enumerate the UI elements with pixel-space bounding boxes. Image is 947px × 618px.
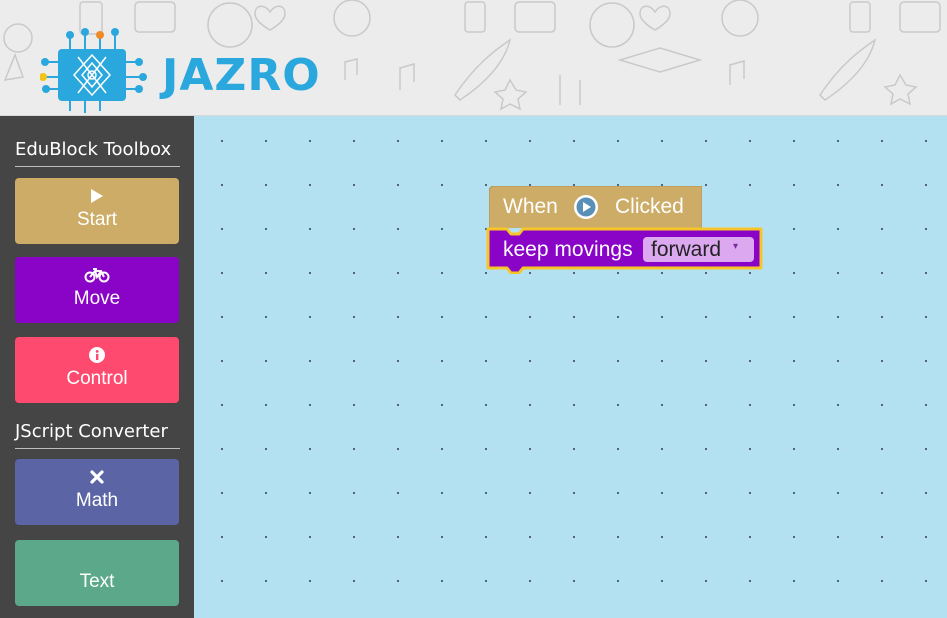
direction-dropdown-value: forward bbox=[651, 238, 722, 261]
math-button[interactable]: Math bbox=[15, 459, 179, 525]
move-button-label: Move bbox=[73, 288, 121, 309]
app-header: JAZRO bbox=[0, 0, 947, 116]
control-button[interactable]: Control bbox=[15, 337, 179, 403]
direction-dropdown[interactable]: forward ▾ bbox=[643, 237, 754, 262]
start-button-label: Start bbox=[76, 209, 118, 230]
brand-name: JAZRO bbox=[162, 50, 321, 101]
text-button-label: Text bbox=[79, 571, 115, 592]
when-clicked-block[interactable]: When Clicked bbox=[489, 186, 702, 228]
clicked-label: Clicked bbox=[615, 195, 684, 218]
chevron-down-icon: ▾ bbox=[733, 241, 739, 252]
converter-title: JScript Converter bbox=[15, 421, 180, 449]
bicycle-icon bbox=[15, 266, 179, 284]
start-button[interactable]: Start bbox=[15, 178, 179, 244]
math-button-label: Math bbox=[75, 490, 119, 511]
info-icon bbox=[15, 346, 179, 364]
toolbox-title: EduBlock Toolbox bbox=[15, 139, 180, 167]
chip-logo-icon bbox=[40, 28, 147, 113]
when-label: When bbox=[503, 195, 558, 218]
move-button[interactable]: Move bbox=[15, 257, 179, 323]
control-button-label: Control bbox=[66, 368, 128, 389]
times-icon bbox=[15, 468, 179, 486]
keep-moving-block[interactable]: keep movings forward ▾ bbox=[485, 226, 764, 274]
toolbox-sidebar: EduBlock Toolbox Start Move Control JScr… bbox=[0, 116, 194, 618]
text-button[interactable]: Text bbox=[15, 540, 179, 606]
keep-movings-label: keep movings bbox=[503, 238, 633, 261]
play-icon bbox=[15, 187, 179, 205]
